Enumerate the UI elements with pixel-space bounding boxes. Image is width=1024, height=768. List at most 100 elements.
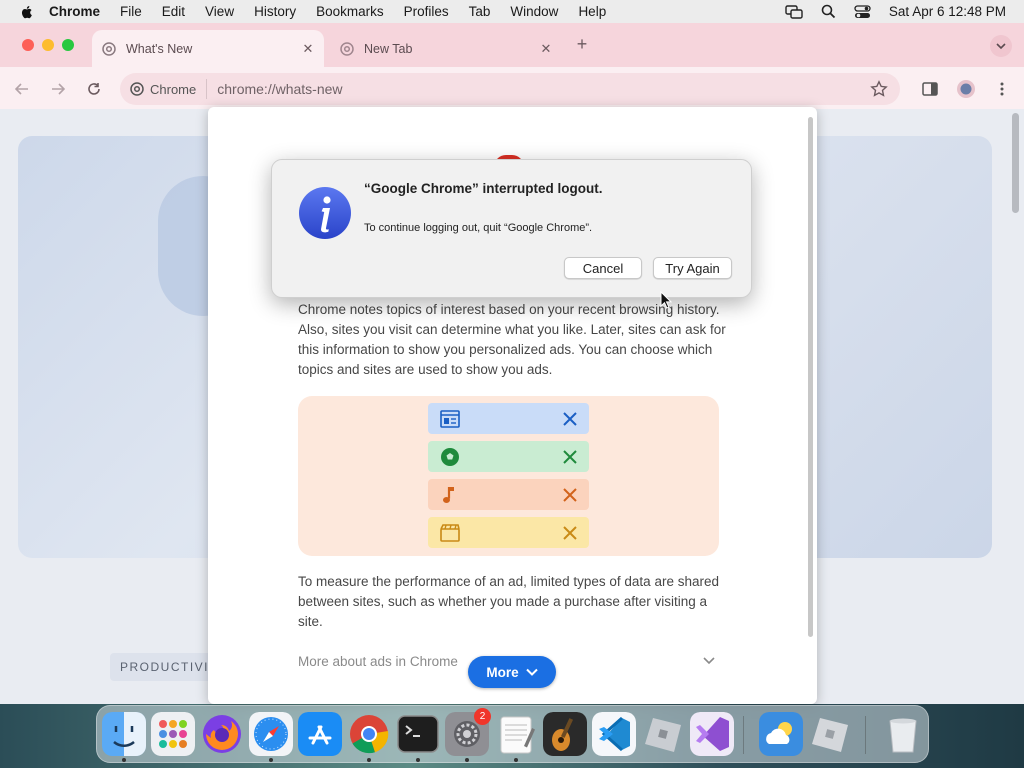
remove-topic-icon[interactable] [563,449,577,464]
more-button-label: More [486,664,519,680]
running-indicator [269,758,273,762]
running-indicator [367,758,371,762]
garageband-icon[interactable] [543,712,587,756]
menu-edit[interactable]: Edit [162,4,185,19]
more-button[interactable]: More [468,656,556,688]
url-text[interactable]: chrome://whats-new [217,81,342,97]
bookmark-star-icon[interactable] [870,80,888,98]
window-minimize-button[interactable] [42,39,54,51]
mouse-cursor-icon [660,291,672,309]
apple-menu-icon[interactable] [19,4,35,20]
chevron-down-icon [996,42,1006,49]
alert-title: “Google Chrome” interrupted logout. [364,181,603,196]
back-button[interactable] [10,77,34,101]
profile-button[interactable] [954,77,978,101]
textedit-icon[interactable] [494,712,538,756]
window-maximize-button[interactable] [62,39,74,51]
chrome-favicon-icon [102,41,116,56]
arrow-right-icon [52,83,65,95]
chrome-logo-icon [130,82,144,96]
section-tag: PRODUCTIVITY [110,653,220,681]
info-icon [299,187,351,239]
notification-badge: 2 [474,708,491,725]
site-chip-label: Chrome [150,81,197,97]
side-panel-button[interactable] [918,77,942,101]
menu-app-name[interactable]: Chrome [49,4,100,19]
site-info-chip[interactable]: Chrome [130,79,208,99]
dialog-scrollbar[interactable] [808,117,813,637]
finder-icon[interactable] [102,712,146,756]
ad-topics-description: Chrome notes topics of interest based on… [298,302,726,377]
alert-message: To continue logging out, quit “Google Ch… [364,222,593,234]
launchpad-icon[interactable] [151,712,195,756]
try-again-button[interactable]: Try Again [653,257,732,279]
menu-view[interactable]: View [205,4,234,19]
remove-topic-icon[interactable] [563,487,577,502]
running-indicator [416,758,420,762]
menu-bookmarks[interactable]: Bookmarks [316,4,384,19]
window-close-button[interactable] [22,39,34,51]
google-chrome-icon[interactable] [347,712,391,756]
topic-row [428,517,589,548]
page-scrollbar[interactable] [1012,113,1019,213]
topic-row [428,441,589,472]
terminal-icon[interactable] [396,712,440,756]
toolbar: Chrome chrome://whats-new [0,67,1024,109]
topic-row [428,479,589,510]
ad-measurement-description: To measure the performance of an ad, lim… [298,574,719,629]
close-tab-icon[interactable]: ✕ [538,41,554,57]
close-tab-icon[interactable]: ✕ [300,41,316,57]
remove-topic-icon[interactable] [563,411,577,426]
visual-studio-code-icon[interactable] [592,712,636,756]
dock-separator [743,716,744,754]
tab-strip: What's New ✕ New Tab ✕ + [0,23,1024,67]
weather-icon[interactable] [759,712,803,756]
chrome-favicon-icon [340,41,354,56]
reload-button[interactable] [82,77,106,101]
running-indicator [465,758,469,762]
address-bar[interactable]: Chrome chrome://whats-new [120,73,900,105]
roblox-studio-icon[interactable] [808,712,852,756]
tab-new-tab[interactable]: New Tab ✕ [330,30,562,67]
menu-window[interactable]: Window [510,4,558,19]
logout-alert-dialog: “Google Chrome” interrupted logout. To c… [271,159,752,298]
tab-search-button[interactable] [990,35,1012,57]
menu-profiles[interactable]: Profiles [404,4,449,19]
avatar [957,80,975,98]
tab-whats-new[interactable]: What's New ✕ [92,30,324,67]
menu-file[interactable]: File [120,4,142,19]
more-about-ads-link[interactable]: More about ads in Chrome [298,654,458,669]
control-center-icon[interactable] [854,4,871,19]
firefox-icon[interactable] [200,712,244,756]
menu-tab[interactable]: Tab [469,4,491,19]
chrome-menu-button[interactable] [990,77,1014,101]
tab-title: New Tab [364,41,413,56]
ad-topics-illustration [298,396,719,556]
cancel-button[interactable]: Cancel [564,257,642,279]
menu-clock[interactable]: Sat Apr 6 12:48 PM [889,4,1006,19]
menu-help[interactable]: Help [578,4,606,19]
soccer-ball-icon [441,447,459,466]
clapperboard-icon [440,523,460,542]
trash-icon[interactable] [881,712,925,756]
spotlight-search-icon[interactable] [821,4,836,19]
chevron-down-icon[interactable] [702,654,716,668]
remove-topic-icon[interactable] [563,525,577,540]
running-indicator [122,758,126,762]
forward-button[interactable] [46,77,70,101]
screen-mirroring-icon[interactable] [785,4,803,19]
arrow-left-icon [15,83,28,95]
reload-icon [88,83,100,95]
roblox-icon[interactable] [641,712,685,756]
safari-icon[interactable] [249,712,293,756]
chevron-down-icon [525,668,538,676]
dock-separator [865,716,866,754]
visual-studio-icon[interactable] [690,712,734,756]
newspaper-icon [440,409,460,428]
running-indicator [514,758,518,762]
menu-history[interactable]: History [254,4,296,19]
app-store-icon[interactable] [298,712,342,756]
new-tab-button[interactable]: + [572,35,592,55]
topic-row [428,403,589,434]
more-vert-icon [1000,82,1004,96]
